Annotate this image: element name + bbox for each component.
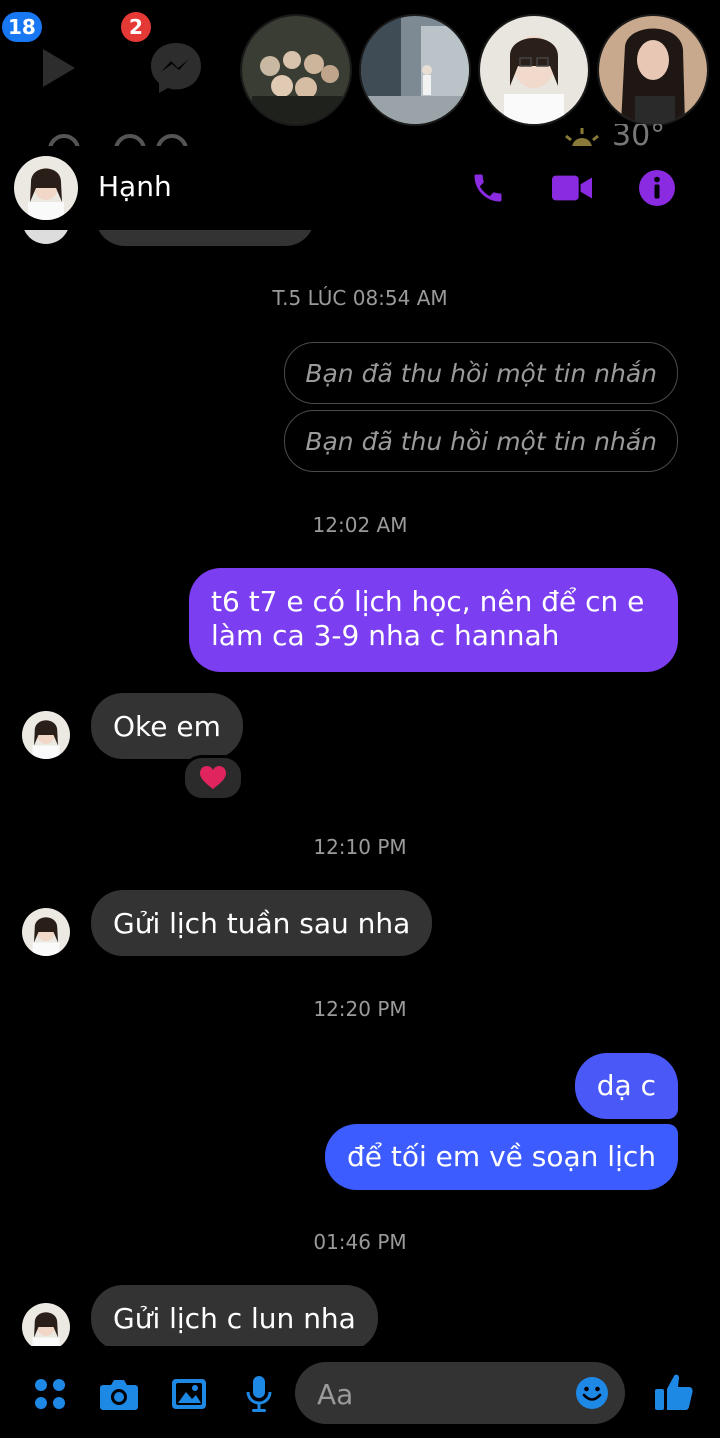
strip-overflow: 30° — [0, 124, 720, 146]
timestamp: 12:10 PM — [313, 835, 407, 859]
story-avatar-girl-glasses[interactable] — [478, 14, 590, 126]
story-avatar-street[interactable] — [359, 14, 471, 126]
portrait-photo — [480, 16, 588, 124]
contact-name[interactable]: Hạnh — [98, 170, 172, 203]
conversation-header: Hạnh — [0, 146, 720, 230]
outgoing-message[interactable]: dạ c — [574, 1053, 678, 1119]
weather-sun-icon — [565, 128, 599, 146]
incoming-message[interactable]: Oke em — [91, 693, 243, 759]
outgoing-message[interactable]: t6 t7 e có lịch học, nên để cn e làm ca … — [189, 568, 678, 672]
phone-icon — [474, 174, 502, 202]
sender-avatar[interactable] — [22, 1303, 70, 1346]
chat-heads-strip: 18 2 30° — [0, 0, 720, 146]
smiley-icon — [576, 1377, 608, 1409]
video-call-button[interactable] — [552, 168, 592, 208]
voice-message-button[interactable] — [237, 1372, 281, 1416]
info-icon — [639, 170, 675, 206]
story-avatar-group[interactable] — [240, 14, 352, 126]
heart-icon — [200, 766, 226, 789]
timestamp: T.5 LÚC 08:54 AM — [272, 286, 448, 310]
scrolled-avatar-remnant — [22, 230, 70, 244]
story-avatar-girl-dark[interactable] — [597, 14, 709, 126]
recalled-message[interactable]: Bạn đã thu hồi một tin nhắn — [284, 342, 678, 404]
recalled-message[interactable]: Bạn đã thu hồi một tin nhắn — [284, 410, 678, 472]
emoji-button[interactable] — [575, 1376, 609, 1410]
video-badge: 18 — [2, 12, 42, 42]
grid-dots-icon — [35, 1379, 65, 1409]
message-clip: Gửi lịch c lun nha — [0, 1280, 720, 1346]
image-icon — [172, 1379, 206, 1409]
thumbs-up-icon — [655, 1374, 693, 1410]
messenger-icon — [151, 43, 201, 93]
faded-circles — [46, 128, 196, 146]
gallery-button[interactable] — [167, 1372, 211, 1416]
timestamp: 12:20 PM — [313, 997, 407, 1021]
message-input[interactable] — [315, 1362, 559, 1426]
messenger-badge: 2 — [121, 12, 151, 42]
message-text-line: làm ca 3-9 nha c hannah — [211, 619, 560, 652]
portrait-photo-dark — [599, 16, 707, 124]
message-reaction[interactable] — [182, 755, 244, 801]
camera-button[interactable] — [97, 1372, 141, 1416]
outgoing-message[interactable]: để tối em về soạn lịch — [324, 1124, 678, 1190]
messenger-chat-head[interactable] — [134, 26, 218, 110]
weather-temp: 30° — [612, 124, 666, 146]
incoming-message[interactable]: Gửi lịch tuần sau nha — [91, 890, 433, 956]
street-photo — [361, 16, 469, 124]
sender-avatar[interactable] — [22, 711, 70, 759]
play-icon — [43, 49, 75, 87]
camera-icon — [100, 1380, 138, 1410]
info-button[interactable] — [637, 168, 677, 208]
timestamp: 01:46 PM — [313, 1230, 407, 1254]
group-photo — [242, 16, 350, 124]
message-text-line: t6 t7 e có lịch học, nên để cn e — [211, 585, 645, 618]
contact-avatar[interactable] — [14, 156, 78, 220]
more-actions-button[interactable] — [28, 1372, 72, 1416]
voice-call-button[interactable] — [468, 168, 508, 208]
timestamp: 12:02 AM — [312, 513, 408, 537]
sender-avatar[interactable] — [22, 908, 70, 956]
like-button[interactable] — [652, 1370, 696, 1414]
video-camera-icon — [552, 175, 592, 201]
scrolled-bubble-remnant — [95, 230, 315, 246]
incoming-message[interactable]: Gửi lịch c lun nha — [91, 1285, 378, 1346]
microphone-icon — [246, 1376, 272, 1412]
message-input-container — [295, 1362, 625, 1426]
